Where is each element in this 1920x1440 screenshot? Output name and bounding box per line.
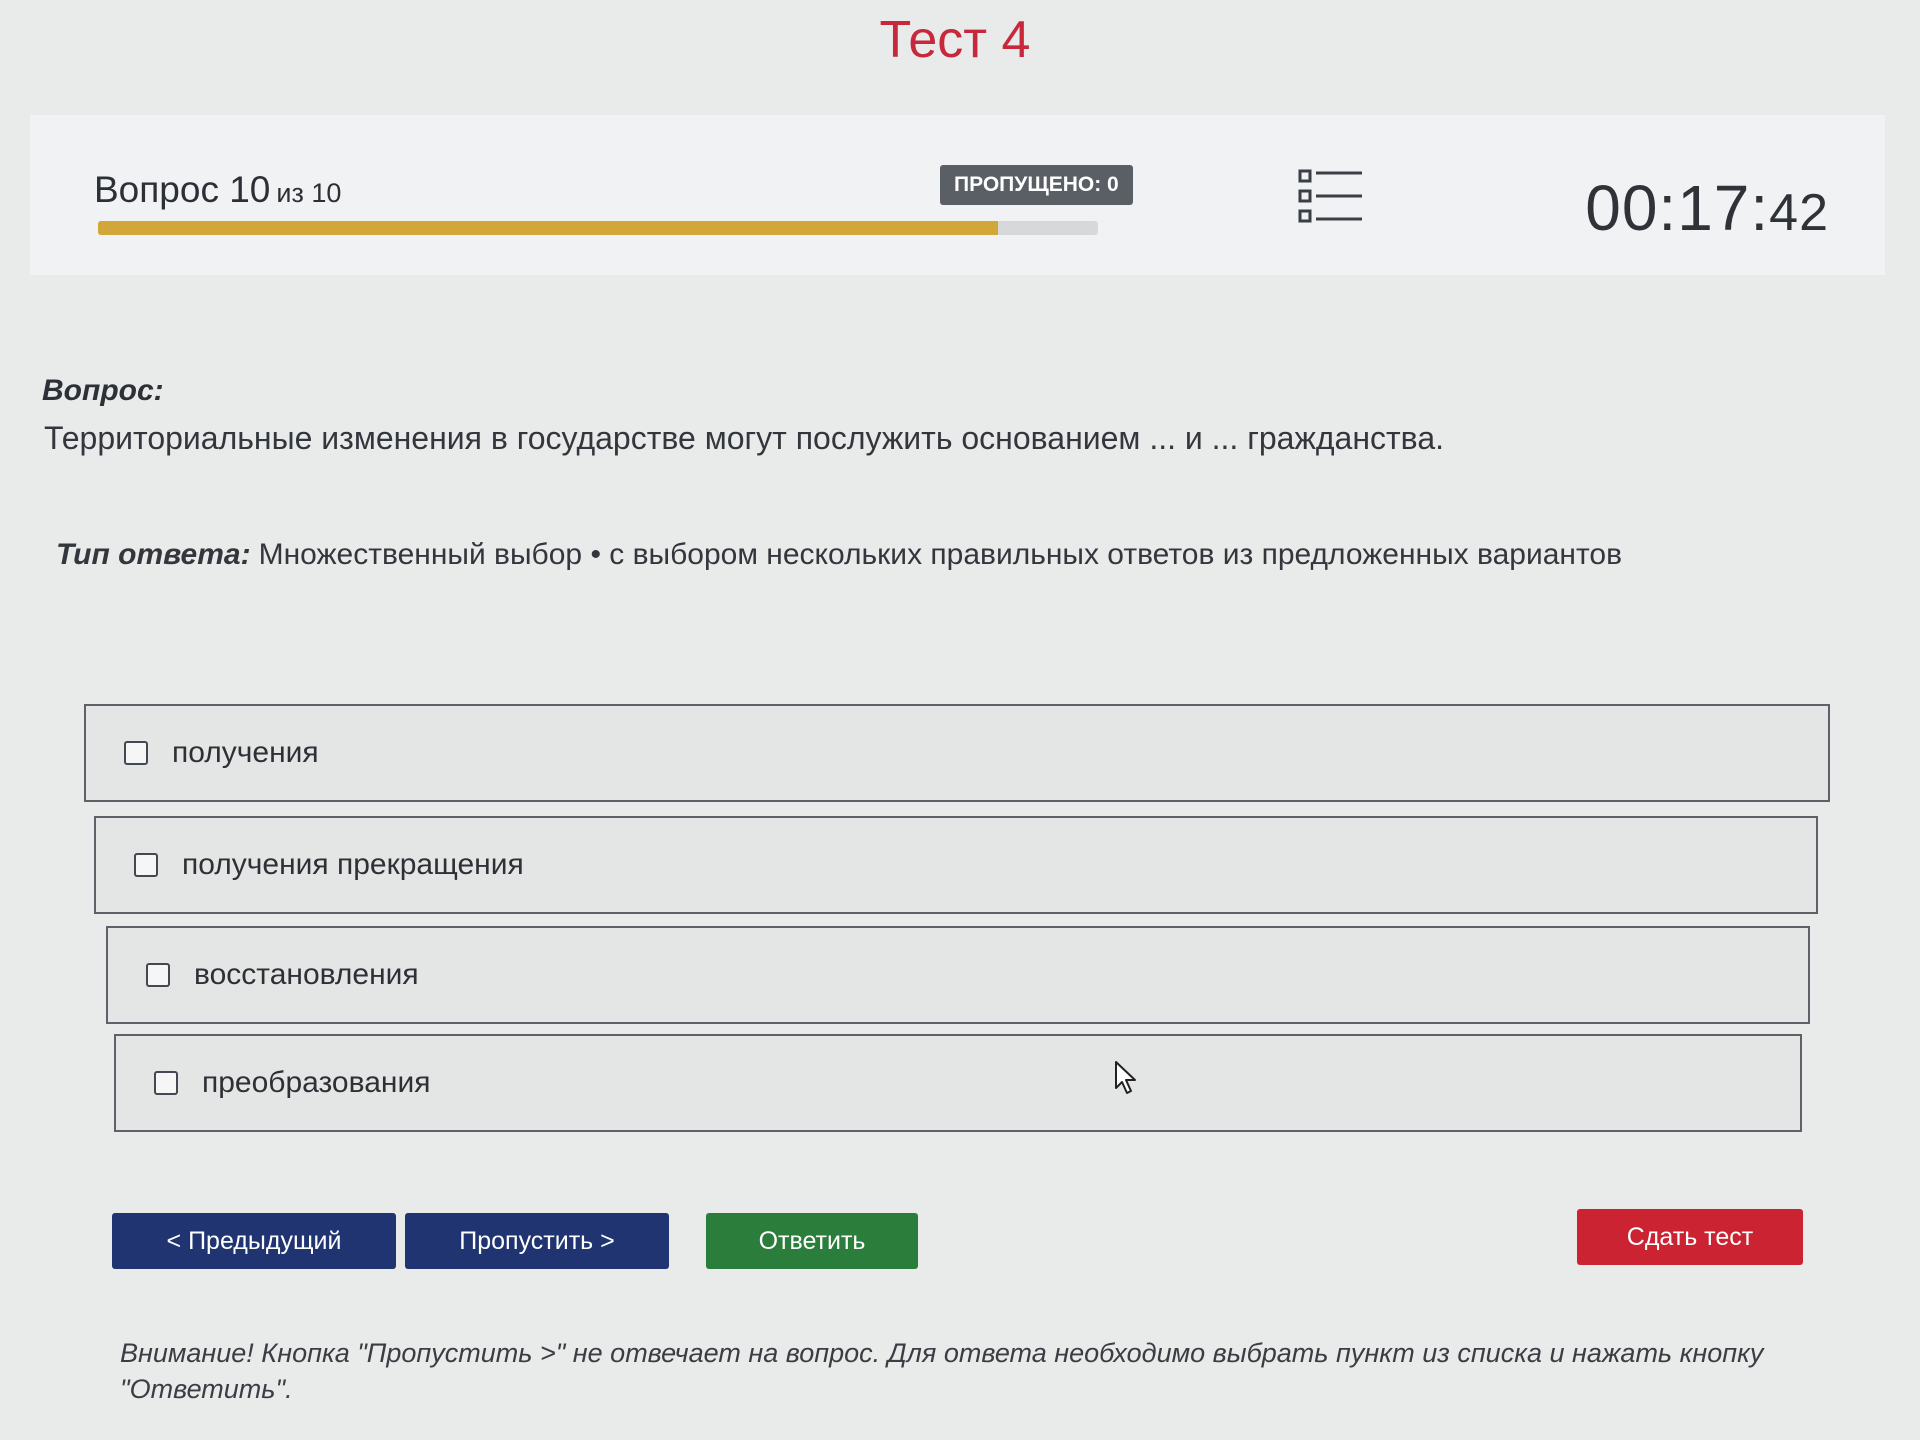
previous-button[interactable]: < Предыдущий [112, 1213, 396, 1269]
option-label: восстановления [194, 958, 419, 991]
option-checkbox[interactable] [146, 963, 170, 987]
option-checkbox[interactable] [124, 741, 148, 765]
answer-option[interactable]: преобразования [114, 1034, 1802, 1132]
list-icon[interactable] [1298, 167, 1364, 229]
answer-option[interactable]: восстановления [106, 926, 1810, 1024]
skipped-count-badge: ПРОПУЩЕНО: 0 [940, 165, 1133, 205]
timer-seconds: 42 [1769, 184, 1829, 242]
skip-button[interactable]: Пропустить > [405, 1213, 669, 1269]
option-label: преобразования [202, 1066, 431, 1099]
test-title: Тест 4 [879, 11, 1031, 69]
progress-bar-fill [98, 221, 998, 235]
answer-type-value: Множественный выбор • с выбором нескольк… [258, 538, 1623, 571]
question-text: Территориальные изменения в государстве … [44, 420, 1444, 456]
mouse-cursor-icon [1114, 1060, 1140, 1096]
progress-bar [98, 221, 1098, 235]
answer-option[interactable]: получения [84, 704, 1830, 802]
answer-button[interactable]: Ответить [706, 1213, 918, 1269]
option-checkbox[interactable] [154, 1071, 178, 1095]
countdown-timer: 00:17:42 [1585, 171, 1829, 245]
question-number: Вопрос 10 [94, 169, 271, 210]
submit-test-button[interactable]: Сдать тест [1577, 1209, 1803, 1265]
question-label: Вопрос: [42, 374, 164, 407]
option-label: получения прекращения [182, 848, 524, 881]
skip-warning-notice: Внимание! Кнопка "Пропустить >" не отвеч… [120, 1338, 1764, 1404]
answer-type: Тип ответа: Множественный выбор • с выбор… [56, 538, 1622, 572]
question-header-panel: Вопрос 10 из 10 ПРОПУЩЕНО: 0 00:17:42 [30, 115, 1885, 275]
question-total: из 10 [276, 178, 342, 208]
question-counter: Вопрос 10 из 10 [94, 169, 341, 211]
answer-type-label: Тип ответа: [56, 538, 251, 571]
test-page: Тест 4 Вопрос 10 из 10 ПРОПУЩЕНО: 0 00:17… [0, 0, 1920, 1440]
option-label: получения [172, 736, 319, 769]
answer-option[interactable]: получения прекращения [94, 816, 1818, 914]
option-checkbox[interactable] [134, 853, 158, 877]
timer-main: 00:17: [1585, 172, 1770, 244]
